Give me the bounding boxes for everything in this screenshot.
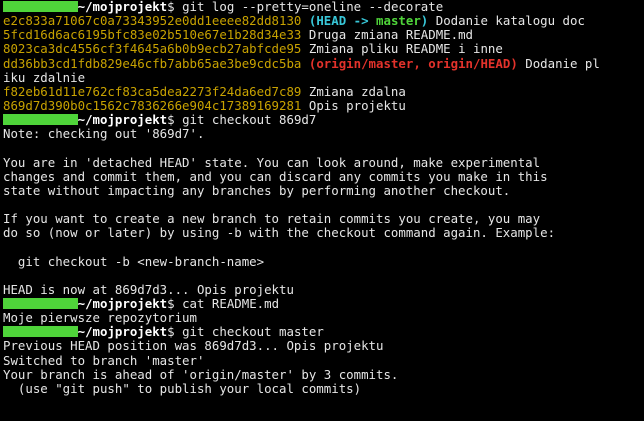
output-line: Note: checking out '869d7'.	[3, 126, 205, 142]
command-text: git checkout 869d7	[182, 112, 317, 128]
commit-message: Druga zmiana README.md	[308, 27, 473, 43]
output-line: Your branch is ahead of 'origin/master' …	[3, 366, 399, 382]
decoration-close: )	[510, 55, 518, 71]
output-line: changes and commit them, and you can dis…	[3, 168, 548, 184]
log-entry: 8023ca3dc4556cf3f4645a6b0b9ecb27abfcde95…	[3, 42, 644, 56]
decoration-close: )	[420, 13, 429, 29]
output-line: You are in 'detached HEAD' state. You ca…	[3, 154, 541, 170]
log-entry: f82eb61d11e762cf83ca5dea2273f24da6ed7c89…	[3, 83, 644, 99]
commit-message: Opis projektu	[308, 97, 406, 113]
output-line: (use "git push" to publish your local co…	[3, 380, 362, 396]
commit-message: Zmiana zdalna	[308, 83, 406, 99]
prompt-line: xxxxxxxxxx~/mojprojekt$ git log --pretty…	[3, 0, 644, 14]
command-text: git checkout master	[182, 324, 324, 340]
decoration-remote: origin/master, origin/HEAD	[316, 55, 511, 71]
output-line: Moje pierwsze repozytorium	[3, 310, 197, 326]
commit-message: Dodanie pl	[525, 55, 600, 71]
redacted-user-host: xxxxxxxxxx	[3, 326, 78, 338]
decoration-branch: master	[376, 13, 421, 29]
prompt-line: xxxxxxxxxx~/mojprojekt$ cat README.md	[3, 295, 644, 311]
log-entry: e2c833a71067c0a73343952e0dd1eeee82dd8130…	[3, 14, 644, 28]
output-line: git checkout -b <new-branch-name>	[3, 253, 265, 269]
prompt-symbol: $	[167, 295, 175, 311]
prompt-path: ~/mojprojekt	[77, 112, 168, 128]
output-line: Switched to branch 'master'	[3, 352, 205, 368]
log-entry: 869d7d390b0c1562c7836266e904c17389169281…	[3, 97, 644, 113]
prompt-symbol: $	[167, 324, 175, 340]
commit-message: Zmiana pliku README i inne	[308, 41, 503, 57]
terminal-window[interactable]: xxxxxxxxxx~/mojprojekt$ git log --pretty…	[0, 0, 644, 421]
output-line: Previous HEAD position was 869d7d3... Op…	[3, 338, 384, 354]
prompt-line: xxxxxxxxxx~/mojprojekt$ git checkout mas…	[3, 325, 644, 339]
prompt-path: ~/mojprojekt	[77, 295, 168, 311]
commit-hash: 5fcd16d6ac6195bfc83e02b510e67e1b28d34e33	[3, 27, 302, 43]
decoration-head: HEAD ->	[316, 13, 377, 29]
redacted-user-host: xxxxxxxxxx	[3, 297, 78, 309]
prompt-path: ~/mojprojekt	[77, 324, 168, 340]
output-line: do so (now or later) by using -b with th…	[3, 225, 556, 241]
command-text: git log --pretty=oneline --decorate	[182, 0, 444, 14]
prompt-path: ~/mojprojekt	[77, 0, 168, 14]
prompt-line: xxxxxxxxxx~/mojprojekt$ git checkout 869…	[3, 113, 644, 127]
commit-hash: 869d7d390b0c1562c7836266e904c17389169281	[3, 97, 302, 113]
commit-hash: f82eb61d11e762cf83ca5dea2273f24da6ed7c89	[3, 83, 302, 99]
commit-hash: e2c833a71067c0a73343952e0dd1eeee82dd8130	[3, 13, 302, 29]
commit-hash: dd36bb3cd1fdb829e46cfb7abb65ae3be9cdc5ba	[3, 55, 302, 71]
output-line: If you want to create a new branch to re…	[3, 211, 541, 227]
log-entry-wrap: iku zdalnie	[3, 69, 644, 85]
output-line: state without impacting any branches by …	[3, 182, 511, 198]
prompt-symbol: $	[167, 112, 175, 128]
prompt-symbol: $	[167, 0, 175, 14]
log-entry: 5fcd16d6ac6195bfc83e02b510e67e1b28d34e33…	[3, 28, 644, 42]
redacted-user-host: xxxxxxxxxx	[3, 114, 78, 126]
commit-message: Dodanie katalogu doc	[435, 13, 585, 29]
output-line: HEAD is now at 869d7d3... Opis projektu	[3, 281, 294, 297]
commit-message-wrap: iku zdalnie	[3, 69, 86, 85]
commit-hash: 8023ca3dc4556cf3f4645a6b0b9ecb27abfcde95	[3, 41, 302, 57]
command-text: cat README.md	[182, 295, 280, 311]
redacted-user-host: xxxxxxxxxx	[3, 1, 78, 12]
log-entry: dd36bb3cd1fdb829e46cfb7abb65ae3be9cdc5ba…	[3, 55, 644, 71]
